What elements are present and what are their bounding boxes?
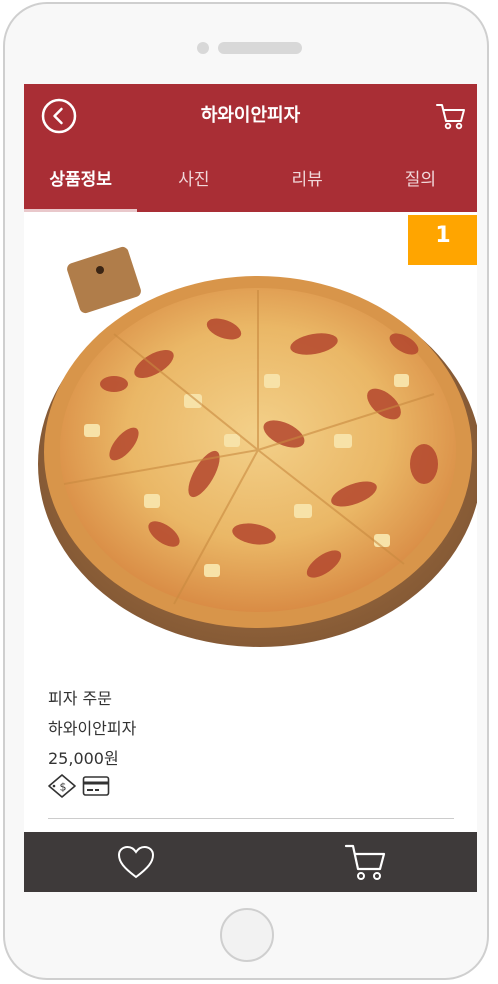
app-screen: 하와이안피자 상품정보 사진 리뷰 질의 1 피자 주문 하와이안피자 25,0… — [24, 84, 477, 892]
tab-reviews[interactable]: 리뷰 — [251, 148, 364, 212]
product-name: 하와이안피자 — [48, 719, 137, 738]
like-button[interactable] — [116, 844, 156, 880]
credit-card-icon — [82, 776, 110, 796]
phone-camera — [197, 42, 209, 54]
chevron-left-circle-icon — [41, 98, 77, 134]
tab-product-info[interactable]: 상품정보 — [24, 148, 138, 212]
shopping-cart-icon — [436, 104, 465, 130]
svg-text:$: $ — [60, 781, 67, 794]
phone-frame: 하와이안피자 상품정보 사진 리뷰 질의 1 피자 주문 하와이안피자 25,0… — [3, 2, 489, 980]
payment-methods: $ — [48, 774, 110, 798]
product-price: 25,000원 — [48, 749, 119, 768]
phone-speaker — [218, 42, 302, 54]
product-info: 피자 주문 하와이안피자 25,000원 — [48, 684, 458, 774]
back-button[interactable] — [41, 98, 77, 134]
phone-home-button[interactable] — [220, 908, 274, 962]
shopping-cart-icon — [344, 844, 386, 880]
pizza-image — [38, 246, 477, 647]
divider — [48, 818, 454, 819]
tab-questions[interactable]: 질의 — [364, 148, 477, 212]
header-cart-button[interactable] — [436, 102, 466, 130]
cash-coupon-icon: $ — [48, 774, 76, 798]
page-title: 하와이안피자 — [200, 105, 301, 126]
bottom-action-bar — [24, 832, 477, 892]
tab-photos[interactable]: 사진 — [137, 148, 250, 212]
product-category: 피자 주문 — [48, 689, 112, 708]
add-to-cart-button[interactable] — [344, 842, 388, 882]
heart-icon — [117, 845, 155, 879]
app-header: 하와이안피자 — [24, 84, 477, 148]
tab-bar: 상품정보 사진 리뷰 질의 — [24, 148, 477, 212]
